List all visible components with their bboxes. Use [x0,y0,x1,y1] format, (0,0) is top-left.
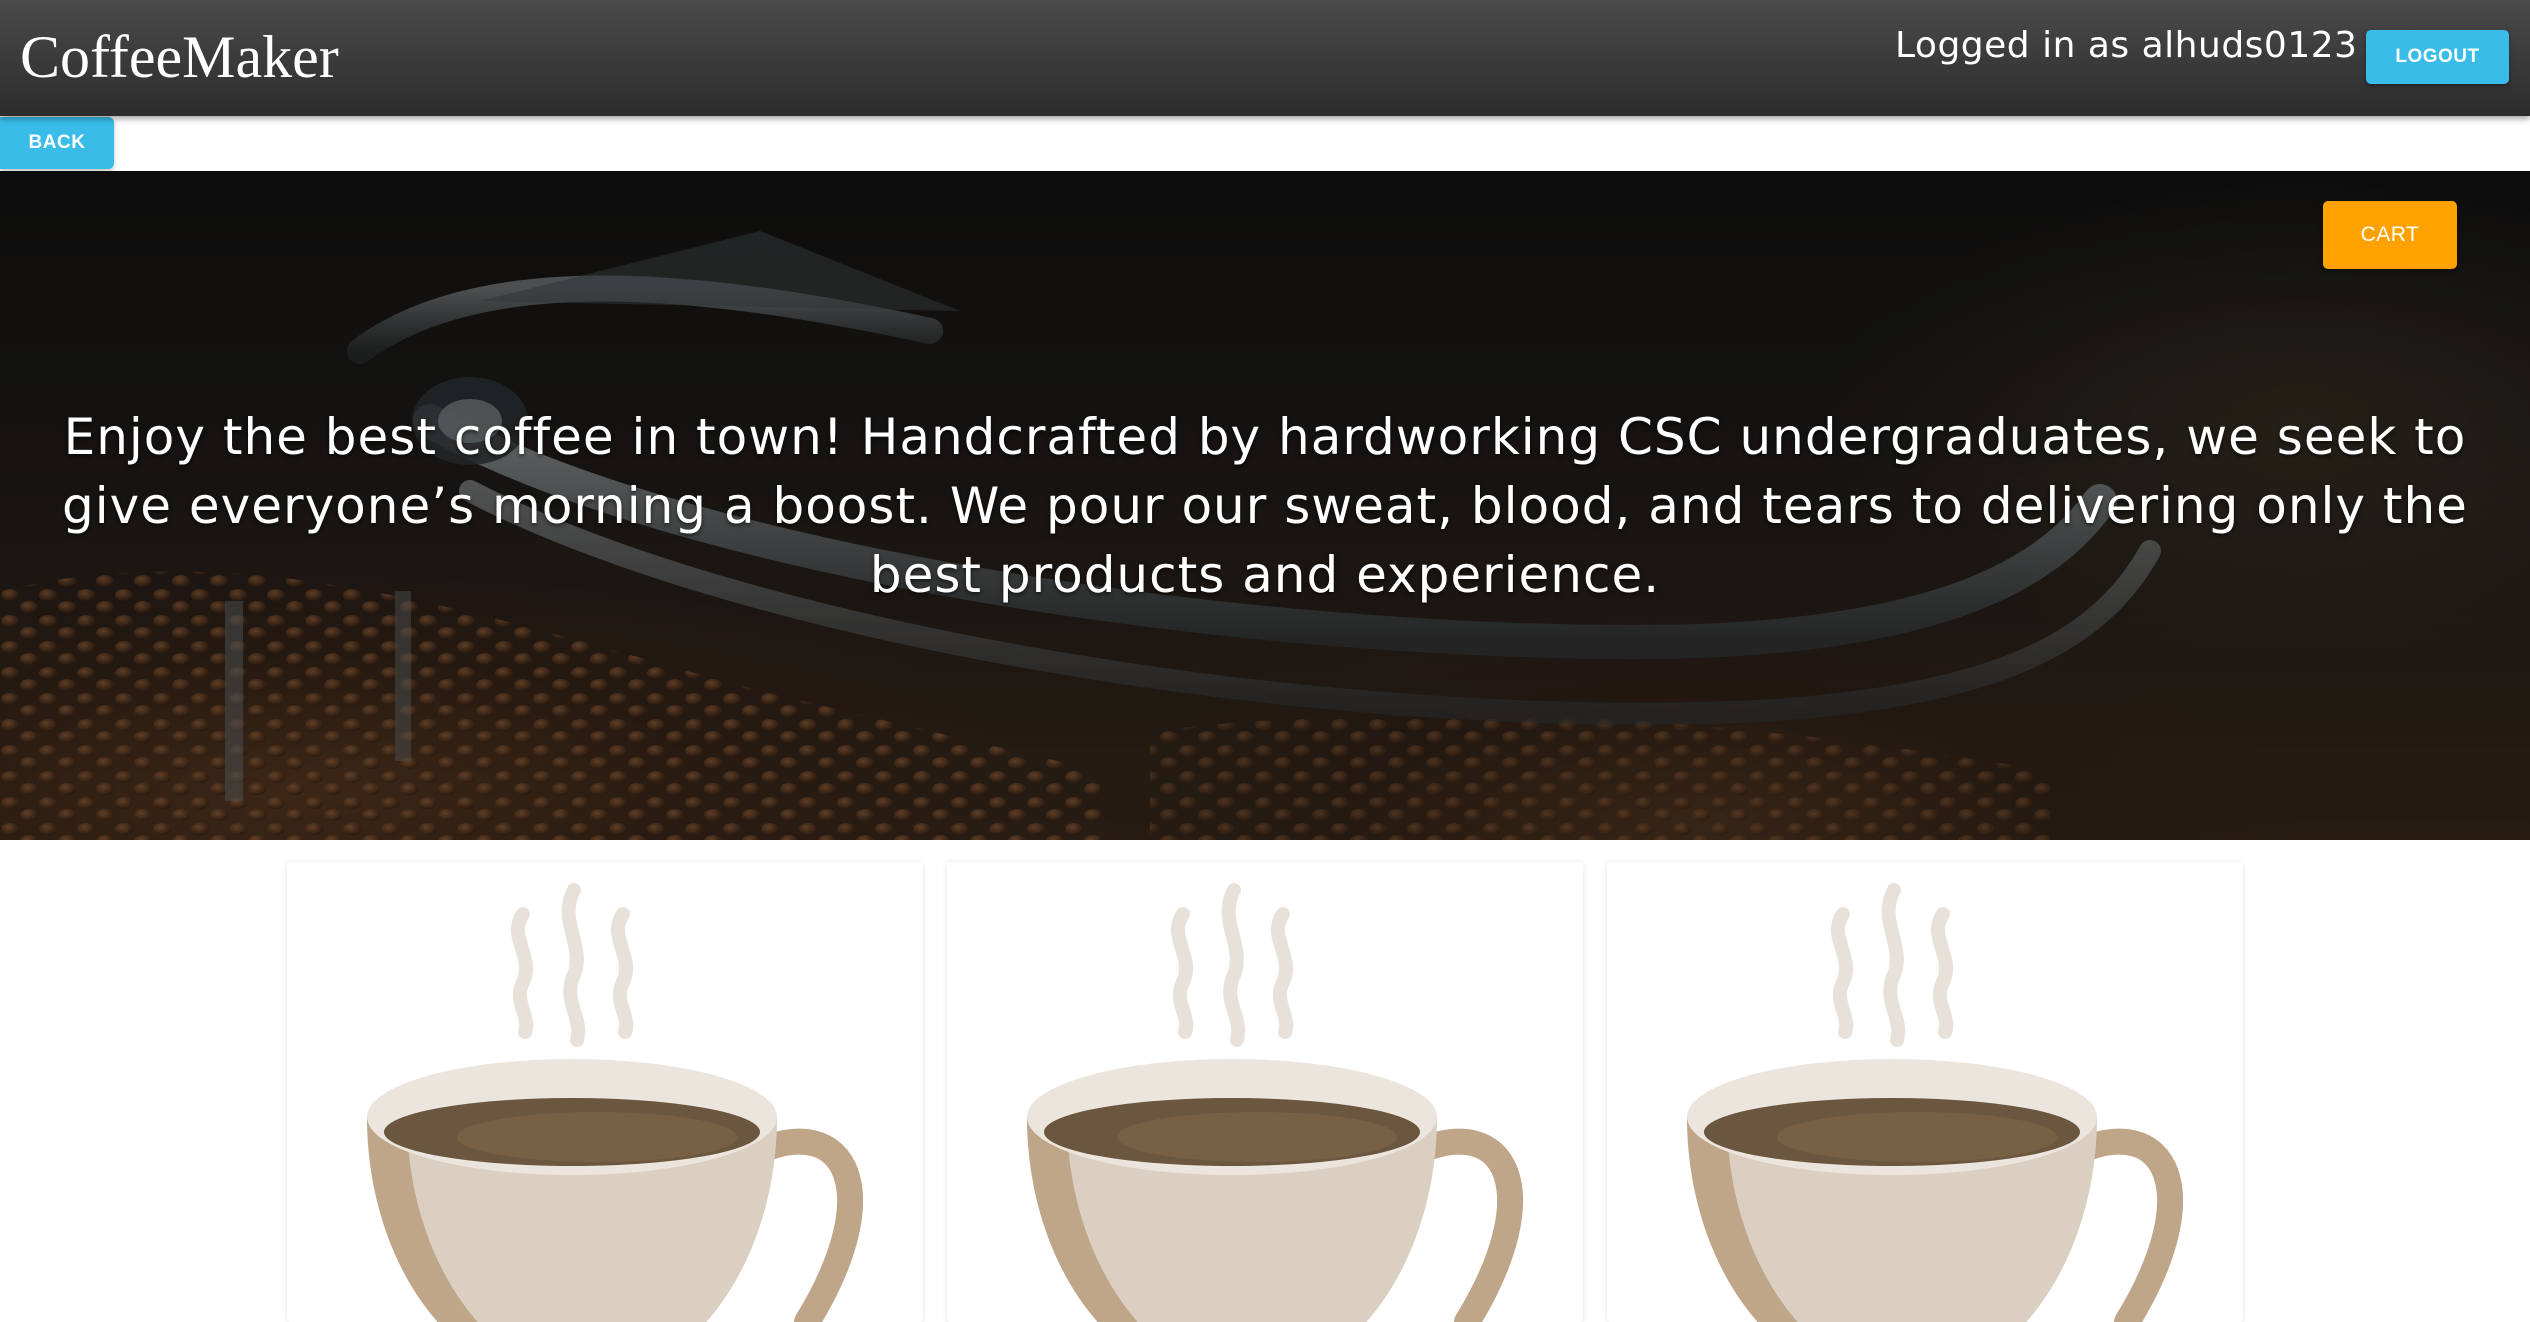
coffee-cup-icon [1027,883,1524,1322]
coffee-cup-icon [1687,883,2184,1322]
hero-banner: CART Enjoy the best coffee in town! Hand… [0,171,2530,840]
logged-in-status: Logged in as alhuds0123 [1895,25,2358,66]
coffee-cup-icon [367,883,864,1322]
product-card[interactable] [1607,862,2243,1322]
product-card[interactable] [947,862,1583,1322]
back-button[interactable]: BACK [0,117,114,169]
hero-tagline: Enjoy the best coffee in town! Handcraft… [62,408,2468,604]
product-card[interactable] [287,862,923,1322]
top-navbar: CoffeeMaker Logged in as alhuds0123 LOGO… [0,0,2530,116]
brand-title[interactable]: CoffeeMaker [20,22,339,92]
cart-button[interactable]: CART [2323,201,2457,269]
product-grid [0,862,2530,1322]
logout-button[interactable]: LOGOUT [2366,30,2509,84]
